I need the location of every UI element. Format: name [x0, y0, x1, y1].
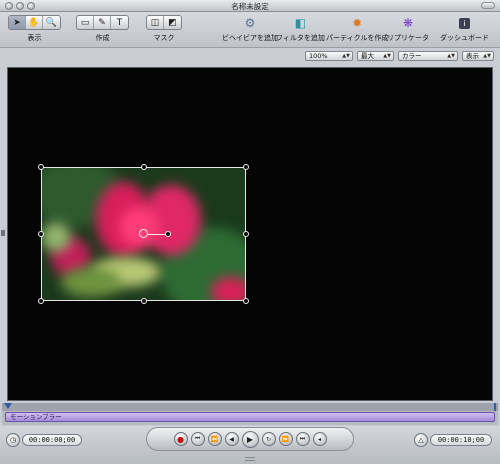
layer-bar[interactable]: モーションブラー [5, 412, 495, 422]
zoom-value: 100% [309, 52, 328, 60]
rect-mask-icon[interactable]: ◫ [147, 16, 164, 29]
zoom-popup[interactable]: 100% ▲▼ [305, 51, 353, 61]
chevron-down-icon: ▲▼ [383, 53, 391, 59]
canvas-options-bar: 100% ▲▼ 最大 ▲▼ カラー ▲▼ 表示 ▲▼ [0, 49, 500, 63]
add-behavior-button[interactable]: ⚙ ビヘイビアを追加 [222, 15, 278, 43]
particle-icon: ✹ [352, 16, 363, 30]
record-button[interactable]: ● [173, 432, 188, 446]
current-timecode[interactable]: 00:00:00;00 [22, 434, 82, 446]
mask-group-label: マスク [153, 34, 175, 42]
view-tools-group: ➤ ✋ 🔍 表示 [8, 15, 61, 43]
replicator-label: リプリケータ [387, 34, 429, 42]
info-icon: i [456, 15, 474, 31]
resize-handle-top[interactable] [141, 164, 147, 170]
toolbar-toggle-button[interactable] [481, 2, 495, 9]
mini-timeline: モーションブラー [2, 403, 498, 425]
toolbar: ➤ ✋ 🔍 表示 ▭ ✎ T 作成 ◫ ◩ マスク ⚙ ビヘイビアを追加 ◧ フ… [0, 12, 500, 48]
resize-handle-top-right[interactable] [243, 164, 249, 170]
replicator-icon: ❋ [402, 16, 414, 30]
canvas[interactable] [7, 67, 493, 401]
add-filter-button[interactable]: ◧ フィルタを追加 [276, 15, 325, 43]
resolution-popup[interactable]: 最大 ▲▼ [357, 51, 394, 61]
make-particles-label: パーティクルを作成 [326, 34, 389, 42]
channels-value: カラー [402, 52, 422, 60]
resize-handle-top-left[interactable] [38, 164, 44, 170]
channels-popup[interactable]: カラー ▲▼ [398, 51, 458, 61]
make-particles-button[interactable]: ✹ パーティクルを作成 [326, 15, 388, 43]
playhead[interactable] [4, 403, 12, 409]
mask-tools-group: ◫ ◩ マスク [146, 15, 182, 43]
zoom-icon[interactable]: 🔍 [43, 16, 60, 29]
window-title: 名称未設定 [231, 2, 269, 11]
gear-icon: ⚙ [244, 16, 256, 30]
add-filter-label: フィルタを追加 [276, 34, 325, 42]
resize-handle-right[interactable] [243, 231, 249, 237]
chevron-down-icon: ▲▼ [342, 53, 350, 59]
audio-button[interactable]: ◂ [312, 432, 327, 446]
view-value: 表示 [466, 52, 479, 60]
resize-handle-left[interactable] [38, 231, 44, 237]
resize-handle-bottom[interactable] [141, 298, 147, 304]
filter-icon: ◧ [294, 16, 307, 30]
step-back-button[interactable]: ⏪ [207, 432, 222, 446]
chevron-down-icon: ▲▼ [483, 53, 491, 59]
dashboard-label: ダッシュボード [440, 34, 489, 42]
rotation-arm [148, 234, 166, 235]
rotation-handle[interactable] [165, 231, 171, 237]
layer-bar-label: モーションブラー [10, 413, 62, 421]
transport-bar: ◷ 00:00:00;00 ● ⏮ ⏪ ◀ ▶ ↻ ⏩ ⏭ ◂ △ 00:00:… [0, 426, 500, 464]
resolution-value: 最大 [361, 52, 374, 60]
go-to-end-button[interactable]: ⏭ [295, 432, 310, 446]
transport-controls: ● ⏮ ⏪ ◀ ▶ ↻ ⏩ ⏭ ◂ [146, 427, 354, 451]
add-behavior-label: ビヘイビアを追加 [222, 34, 278, 42]
out-point-marker[interactable] [494, 403, 496, 411]
anchor-point-handle[interactable] [139, 229, 148, 238]
loop-button[interactable]: ↻ [261, 432, 276, 446]
duration-display-icon[interactable]: △ [414, 433, 428, 447]
splitter-handle[interactable] [1, 230, 5, 236]
bezier-mask-icon[interactable]: ◩ [164, 16, 181, 29]
chevron-down-icon: ▲▼ [447, 53, 455, 59]
title-bar: 名称未設定 [0, 0, 500, 12]
timeline-ruler[interactable] [2, 403, 498, 411]
dashboard-button[interactable]: i ダッシュボード [440, 15, 489, 43]
text-icon[interactable]: T [111, 16, 128, 29]
create-group-label: 作成 [95, 34, 110, 42]
bezier-pen-icon[interactable]: ✎ [94, 16, 111, 29]
play-reverse-button[interactable]: ◀ [224, 432, 239, 446]
hand-icon[interactable]: ✋ [26, 16, 43, 29]
go-to-start-button[interactable]: ⏮ [190, 432, 205, 446]
create-tools-group: ▭ ✎ T 作成 [76, 15, 129, 43]
view-popup[interactable]: 表示 ▲▼ [462, 51, 494, 61]
replicator-button[interactable]: ❋ リプリケータ [387, 15, 429, 43]
duration-timecode[interactable]: 00:00:10;00 [430, 434, 492, 446]
view-group-label: 表示 [27, 34, 42, 42]
select-arrow-icon[interactable]: ➤ [9, 16, 26, 29]
step-forward-button[interactable]: ⏩ [278, 432, 293, 446]
resize-handle-bottom-left[interactable] [38, 298, 44, 304]
play-button[interactable]: ▶ [241, 430, 259, 448]
timecode-display-icon[interactable]: ◷ [6, 433, 20, 447]
rectangle-icon[interactable]: ▭ [77, 16, 94, 29]
resize-grip[interactable] [245, 457, 255, 461]
resize-handle-bottom-right[interactable] [243, 298, 249, 304]
